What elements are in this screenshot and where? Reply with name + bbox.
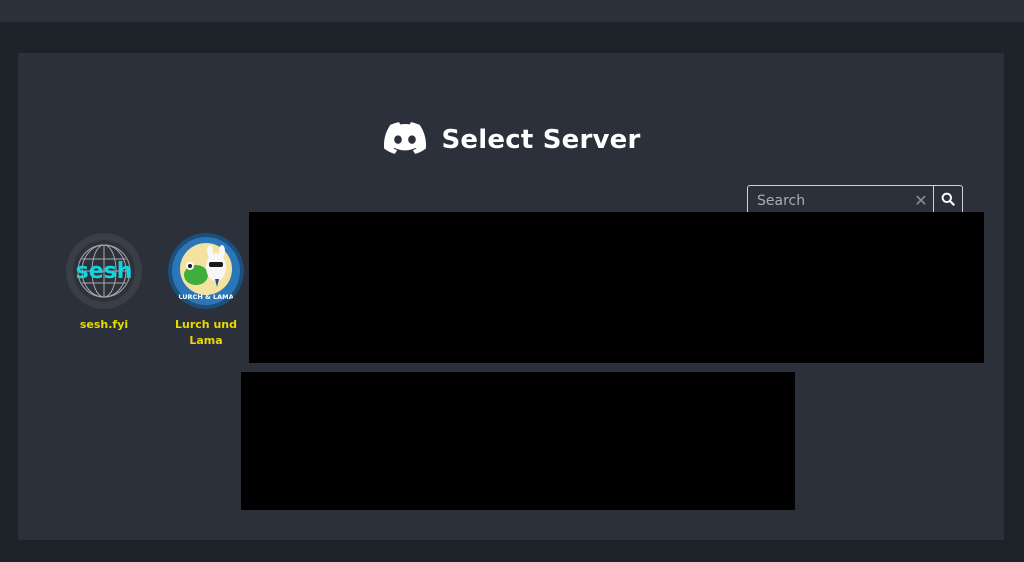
redacted-server-list-block	[249, 212, 984, 363]
server-name: Lurch und Lama	[175, 318, 237, 347]
sesh-logo-icon: sesh	[66, 233, 142, 309]
server-item-lurch-und-lama[interactable]: LURCH & LAMA Lurch und Lama	[156, 233, 256, 349]
discord-logo-icon	[383, 122, 426, 158]
redacted-server-list-block	[241, 372, 795, 510]
lurch-und-lama-logo-text: LURCH & LAMA	[178, 293, 233, 301]
search-input[interactable]	[748, 186, 909, 215]
search-button[interactable]	[933, 186, 962, 215]
server-name: sesh.fyi	[79, 318, 129, 331]
search-icon	[941, 191, 955, 210]
page-header: Select Server	[0, 120, 1024, 160]
top-bar	[0, 0, 1024, 22]
lurch-und-lama-logo-icon: LURCH & LAMA	[168, 233, 244, 309]
page-title: Select Server	[441, 125, 641, 155]
close-icon[interactable]: ✕	[909, 186, 933, 215]
server-item-sesh[interactable]: sesh sesh.fyi	[54, 233, 154, 333]
sesh-logo-text: sesh	[76, 259, 133, 284]
